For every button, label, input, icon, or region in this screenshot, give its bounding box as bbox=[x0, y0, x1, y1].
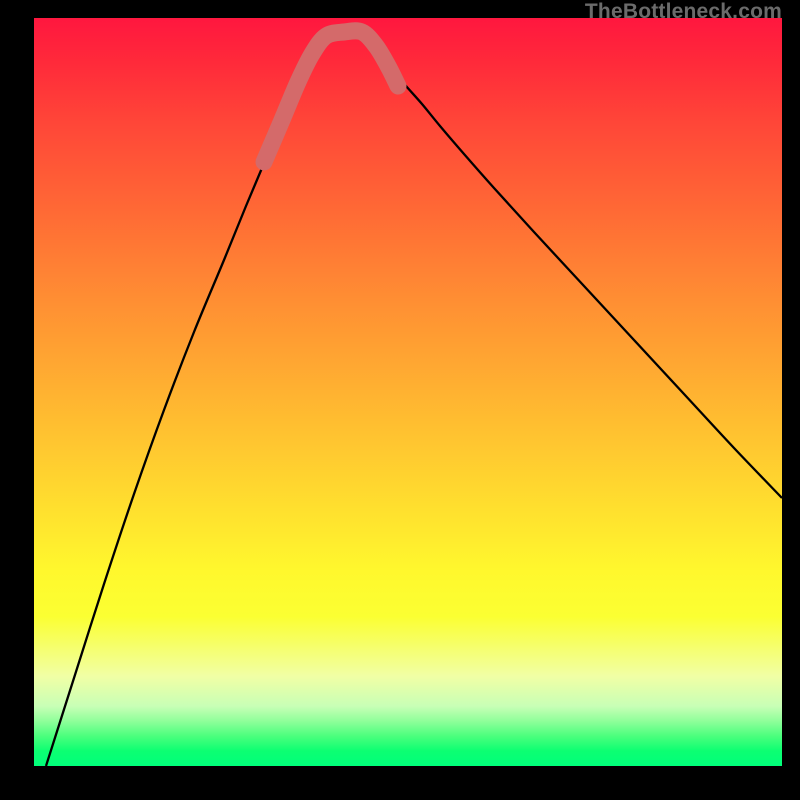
curve-right bbox=[374, 52, 782, 498]
highlight-segment bbox=[264, 31, 398, 162]
chart-frame: TheBottleneck.com bbox=[0, 0, 800, 800]
plot-area bbox=[34, 18, 782, 766]
chart-svg bbox=[34, 18, 782, 766]
